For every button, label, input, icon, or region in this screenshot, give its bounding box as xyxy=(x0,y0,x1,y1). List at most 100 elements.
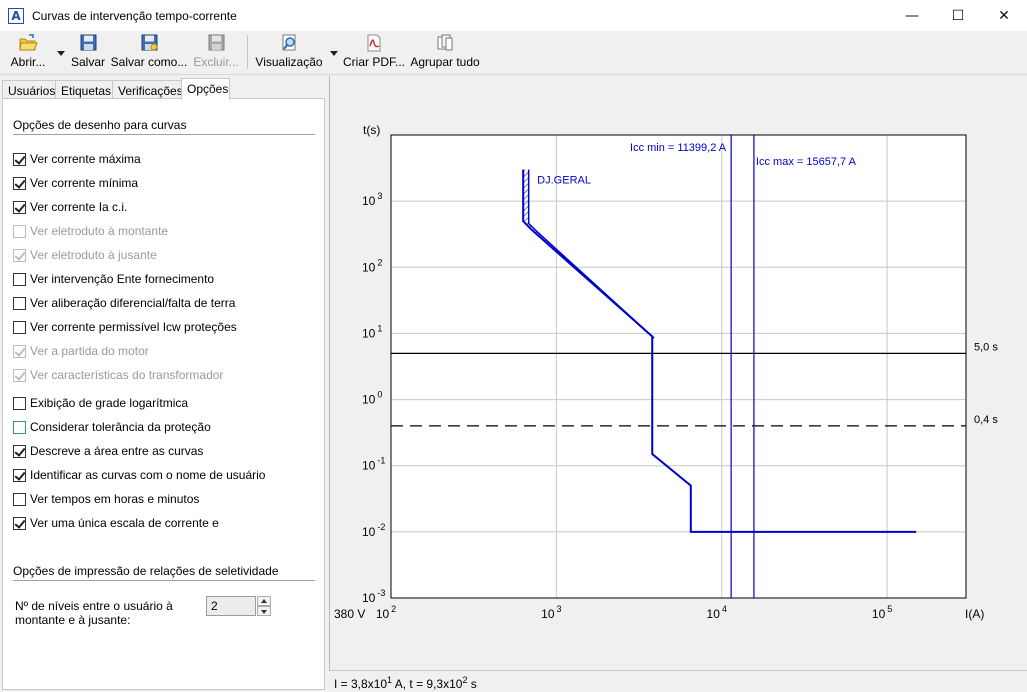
option-label: Ver eletroduto à jusante xyxy=(30,248,157,262)
option-checkbox xyxy=(13,368,26,382)
x-tick-label: 10 2 xyxy=(376,604,396,621)
save-button[interactable]: Salvar xyxy=(70,33,106,71)
group-all-button[interactable]: Agrupar tudo xyxy=(410,33,480,71)
folder-open-icon xyxy=(18,34,38,52)
option-checkbox[interactable] xyxy=(13,492,26,506)
y-tick-label: 10 -1 xyxy=(362,456,385,473)
option-row[interactable]: Ver tempos em horas e minutos xyxy=(13,491,199,507)
floppy-disk-save-as-icon xyxy=(139,34,159,52)
title-bar: A Curvas de intervenção tempo-corrente —… xyxy=(0,0,1027,31)
option-checkbox[interactable] xyxy=(13,468,26,482)
status-text-prefix: I = 3,8x10 xyxy=(334,677,388,691)
option-checkbox[interactable] xyxy=(13,296,26,310)
close-button[interactable]: ✕ xyxy=(981,0,1027,31)
option-checkbox[interactable] xyxy=(13,396,26,410)
option-label: Identificar as curvas com o nome de usuá… xyxy=(30,468,266,482)
status-bar: I = 3,8x101 A, t = 9,3x102 s xyxy=(329,670,1027,692)
maximize-button[interactable]: ☐ xyxy=(935,0,981,31)
chart-panel: 10 3 10 2 10 1 10 0 10 -1 10 -2 10 -3 10 2 10 3 10 4 10 5 t(s)… xyxy=(329,76,1027,670)
option-checkbox[interactable] xyxy=(13,420,26,434)
curve-name-label: DJ.GERAL xyxy=(537,175,591,187)
x-tick-label: 10 5 xyxy=(872,604,892,621)
open-button[interactable]: Abrir... xyxy=(6,33,50,71)
x-axis-label: I(A) xyxy=(965,607,984,621)
delete-label: Excluir... xyxy=(193,55,239,69)
option-row[interactable]: Descreve a área entre as curvas xyxy=(13,443,203,459)
option-checkbox[interactable] xyxy=(13,152,26,166)
y-axis-label: t(s) xyxy=(363,123,380,137)
option-label: Ver corrente máxima xyxy=(30,152,141,166)
option-label: Descreve a área entre as curvas xyxy=(30,444,204,458)
levels-stepper xyxy=(257,596,271,616)
levels-input[interactable]: 2 xyxy=(206,596,256,616)
save-as-label: Salvar como... xyxy=(110,55,188,69)
chevron-up-icon xyxy=(261,599,267,603)
preview-button[interactable]: Visualização xyxy=(255,33,323,71)
option-row[interactable]: Considerar tolerância da proteção xyxy=(13,419,211,435)
option-checkbox[interactable] xyxy=(13,320,26,334)
print-options-heading: Opções de impressão de relações de selet… xyxy=(13,564,279,578)
option-label: Ver intervenção Ente fornecimento xyxy=(30,272,215,286)
app-icon: A xyxy=(8,7,24,24)
tab-checks[interactable]: Verificações xyxy=(112,80,183,99)
option-row[interactable]: Ver aliberação diferencial/falta de terr… xyxy=(13,295,235,311)
save-as-button[interactable]: Salvar como... xyxy=(110,33,188,71)
minimize-button[interactable]: — xyxy=(889,0,935,31)
y-tick-label: 10 3 xyxy=(362,191,382,208)
option-row[interactable]: Ver corrente Ia c.i. xyxy=(13,199,127,215)
option-row[interactable]: Identificar as curvas com o nome de usuá… xyxy=(13,467,265,483)
tab-users[interactable]: Usuários xyxy=(2,80,56,99)
chevron-down-icon xyxy=(261,610,267,614)
time-reference-label: 0,4 s xyxy=(974,414,998,426)
open-dropdown-arrow-icon[interactable] xyxy=(57,51,65,56)
option-label: Exibição de grade logarítmica xyxy=(30,396,189,410)
option-label: Ver corrente permissível Icw proteções xyxy=(30,320,237,334)
option-label: Ver corrente mínima xyxy=(30,176,139,190)
status-text-mid: A, t = 9,3x10 xyxy=(392,677,463,691)
icc-label: Icc min = 11399,2 A xyxy=(630,142,727,154)
option-row[interactable]: Ver corrente mínima xyxy=(13,175,138,191)
option-checkbox[interactable] xyxy=(13,516,26,530)
option-label: Ver a partida do motor xyxy=(30,344,149,358)
stepper-down-button[interactable] xyxy=(257,606,271,616)
pdf-file-icon xyxy=(364,34,384,52)
option-row[interactable]: Ver intervenção Ente fornecimento xyxy=(13,271,214,287)
preview-dropdown-arrow-icon[interactable] xyxy=(330,51,338,56)
voltage-label: 380 V xyxy=(334,607,365,621)
options-panel: Usuários Etiquetas Verificações Opções O… xyxy=(0,76,325,692)
x-tick-label: 10 4 xyxy=(707,604,727,621)
y-tick-label: 10 -3 xyxy=(362,588,385,605)
option-row[interactable]: Ver corrente máxima xyxy=(13,151,141,167)
option-row: Ver eletroduto à jusante xyxy=(13,247,157,263)
option-label: Ver eletroduto à montante xyxy=(30,224,169,238)
window-title: Curvas de intervenção tempo-corrente xyxy=(32,8,237,23)
option-checkbox[interactable] xyxy=(13,200,26,214)
tab-labels[interactable]: Etiquetas xyxy=(55,80,113,99)
save-label: Salvar xyxy=(70,55,105,69)
icc-label: Icc max = 15657,7 A xyxy=(756,156,857,168)
option-label: Considerar tolerância da proteção xyxy=(30,420,211,434)
option-checkbox[interactable] xyxy=(13,176,26,190)
drawing-options-heading: Opções de desenho para curvas xyxy=(13,118,187,132)
preview-label: Visualização xyxy=(255,55,323,69)
option-row: Ver a partida do motor xyxy=(13,343,149,359)
option-row[interactable]: Ver corrente permissível Icw proteções xyxy=(13,319,237,335)
option-row[interactable]: Ver uma única escala de corrente e xyxy=(13,515,219,531)
option-checkbox xyxy=(13,224,26,238)
open-label: Abrir... xyxy=(10,55,46,69)
option-label: Ver aliberação diferencial/falta de terr… xyxy=(30,296,236,310)
toolbar: Abrir... Salvar Salvar como... Excluir..… xyxy=(0,31,1027,75)
option-checkbox[interactable] xyxy=(13,272,26,286)
tab-options[interactable]: Opções xyxy=(181,78,230,100)
create-pdf-button[interactable]: Criar PDF... xyxy=(343,33,405,71)
delete-button[interactable]: Excluir... xyxy=(192,33,240,71)
y-tick-label: 10 0 xyxy=(362,390,382,407)
option-checkbox[interactable] xyxy=(13,444,26,458)
plot-area[interactable] xyxy=(390,134,967,599)
option-checkbox xyxy=(13,344,26,358)
y-tick-label: 10 2 xyxy=(362,257,382,274)
magnifier-page-icon xyxy=(279,34,299,52)
time-current-chart[interactable]: 10 310 210 110 010 -110 -210 -310 2 10 3 10 4 10 5t(s)… xyxy=(330,76,1027,670)
option-row[interactable]: Exibição de grade logarítmica xyxy=(13,395,188,411)
stepper-up-button[interactable] xyxy=(257,596,271,606)
